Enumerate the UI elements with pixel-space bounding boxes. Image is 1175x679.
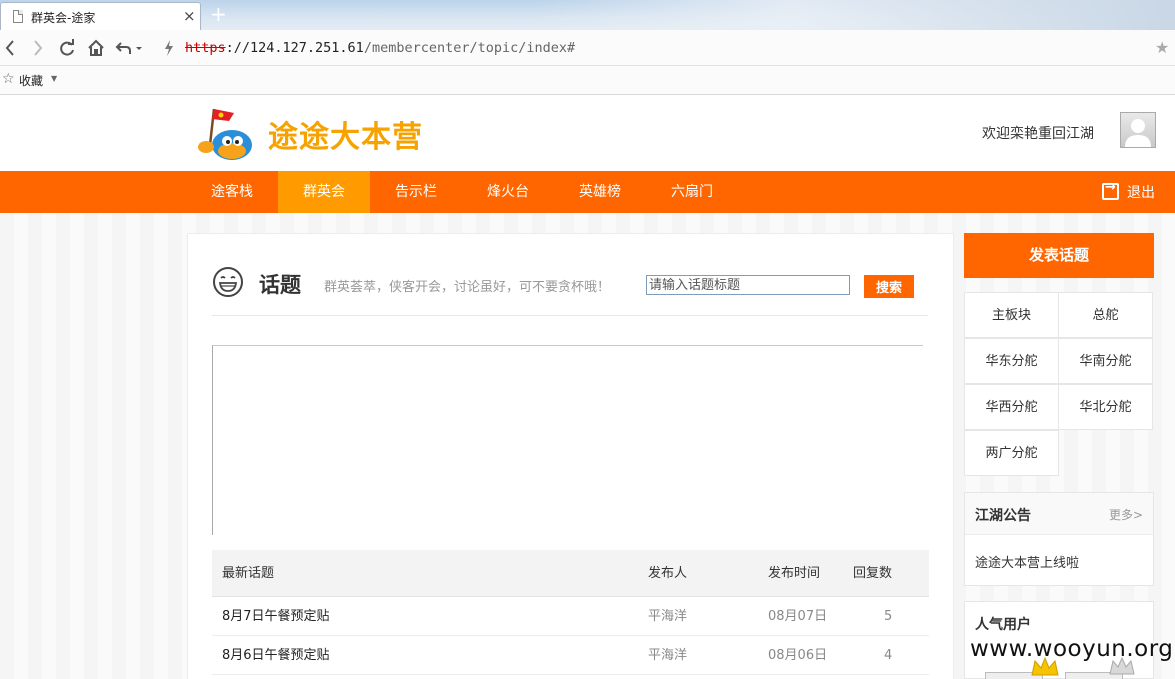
table-header: 最新话题 发布人 发布时间 回复数 <box>212 550 929 597</box>
page-title: 话题 <box>259 273 301 297</box>
forward-icon[interactable] <box>32 38 44 63</box>
undo-icon[interactable] <box>115 38 145 63</box>
browser-navbar: https://124.127.251.61/membercenter/topi… <box>0 30 1175 66</box>
board-item-west[interactable]: 华西分舵 <box>964 384 1059 430</box>
topic-reply-count: 5 <box>884 609 893 624</box>
topic-table: 最新话题 发布人 发布时间 回复数 8月7日午餐预定贴 平海洋 08月07日 5… <box>212 550 929 675</box>
tab-close-icon[interactable]: × <box>183 7 196 25</box>
topic-author[interactable]: 平海洋 <box>648 597 687 636</box>
table-row[interactable]: 8月7日午餐预定贴 平海洋 08月07日 5 <box>212 597 929 636</box>
mascot-logo-icon[interactable] <box>196 105 256 163</box>
avatar[interactable] <box>1120 112 1156 148</box>
embedded-frame <box>212 345 923 535</box>
topic-date: 08月06日 <box>768 648 828 663</box>
nav-item-bulletin[interactable]: 告示栏 <box>370 171 462 213</box>
nav-item-heroes-meeting[interactable]: 群英会 <box>278 171 370 213</box>
favorites-star-icon: ☆ <box>2 71 15 87</box>
browser-tab-strip: 群英会-途家 × + <box>0 0 1175 30</box>
search-input[interactable] <box>646 275 850 295</box>
chevron-down-icon[interactable]: ▼ <box>51 74 57 83</box>
url-path: /membercenter/topic/index# <box>363 40 576 56</box>
favorites-button[interactable]: 收藏 <box>19 72 43 89</box>
site-logo-text[interactable]: 途途大本营 <box>268 112 423 156</box>
browser-tab[interactable]: 群英会-途家 × <box>0 2 201 30</box>
smiley-icon <box>213 267 243 297</box>
new-tab-icon[interactable]: + <box>210 3 227 25</box>
topic-title-link[interactable]: 8月7日午餐预定贴 <box>222 597 330 636</box>
board-item-north[interactable]: 华北分舵 <box>1058 384 1153 430</box>
welcome-text: 欢迎栾艳重回江湖 <box>982 126 1094 142</box>
home-icon[interactable] <box>87 38 105 63</box>
notice-panel: 江湖公告 更多> 途途大本营上线啦 <box>964 492 1154 586</box>
topic-title-link[interactable]: 8月6日午餐预定贴 <box>222 636 330 675</box>
column-header-date: 发布时间 <box>768 566 821 581</box>
board-item-east[interactable]: 华东分舵 <box>964 338 1059 384</box>
topic-reply-count: 4 <box>884 648 893 663</box>
board-item-liangguang[interactable]: 两广分舵 <box>964 430 1059 476</box>
reload-icon[interactable] <box>58 38 76 63</box>
board-item-main[interactable]: 主板块 <box>964 292 1059 338</box>
url-host: ://124.127.251.61 <box>225 40 364 56</box>
tab-strip-background <box>535 0 1175 30</box>
address-bar[interactable]: https://124.127.251.61/membercenter/topi… <box>185 40 575 56</box>
post-topic-button[interactable]: 发表话题 <box>964 233 1154 278</box>
site-header: 途途大本营 欢迎栾艳重回江湖 <box>0 95 1175 171</box>
notice-item[interactable]: 途途大本营上线啦 <box>975 552 1079 571</box>
bookmark-star-icon[interactable]: ★ <box>1155 38 1169 57</box>
url-scheme: https <box>185 40 226 56</box>
search-button[interactable]: 搜索 <box>864 275 914 298</box>
tab-title: 群英会-途家 <box>31 11 96 25</box>
topic-header: 话题 群英荟萃，侠客开会，讨论虽好，可不要贪杯哦！ 搜索 <box>212 262 928 316</box>
watermark: www.wooyun.org <box>970 636 1174 662</box>
page-icon <box>13 10 23 23</box>
favorites-bar: ☆ 收藏 ▼ <box>0 66 1175 95</box>
nav-item-hero-board[interactable]: 英雄榜 <box>554 171 646 213</box>
topic-slogan: 群英荟萃，侠客开会，讨论虽好，可不要贪杯哦！ <box>324 280 611 295</box>
popular-users-title: 人气用户 <box>975 617 1031 633</box>
notice-header: 江湖公告 更多> <box>965 493 1153 535</box>
nav-item-inn[interactable]: 途客栈 <box>186 171 278 213</box>
board-item-south[interactable]: 华南分舵 <box>1058 338 1153 384</box>
user-silhouette-icon <box>1125 119 1151 147</box>
column-header-replies: 回复数 <box>853 566 893 581</box>
notice-title: 江湖公告 <box>975 508 1031 524</box>
topic-date: 08月07日 <box>768 609 828 624</box>
logout-label: 退出 <box>1127 185 1155 201</box>
back-icon[interactable] <box>4 38 16 63</box>
nav-item-beacon[interactable]: 烽火台 <box>462 171 554 213</box>
logout-icon <box>1102 180 1119 200</box>
notice-more-link[interactable]: 更多> <box>1109 506 1143 523</box>
lightning-icon[interactable] <box>162 38 176 63</box>
topic-panel: 话题 群英荟萃，侠客开会，讨论虽好，可不要贪杯哦！ 搜索 最新话题 发布人 发布… <box>187 233 954 679</box>
logout-button[interactable]: 退出 <box>1102 180 1155 202</box>
table-row[interactable]: 8月6日午餐预定贴 平海洋 08月06日 4 <box>212 636 929 675</box>
column-header-latest: 最新话题 <box>222 566 275 581</box>
topic-author[interactable]: 平海洋 <box>648 636 687 675</box>
board-item-headquarters[interactable]: 总舵 <box>1058 292 1153 338</box>
nav-item-six-doors[interactable]: 六扇门 <box>646 171 738 213</box>
column-header-author: 发布人 <box>648 566 688 581</box>
main-nav: 途客栈 群英会 告示栏 烽火台 英雄榜 六扇门 退出 <box>0 171 1175 213</box>
